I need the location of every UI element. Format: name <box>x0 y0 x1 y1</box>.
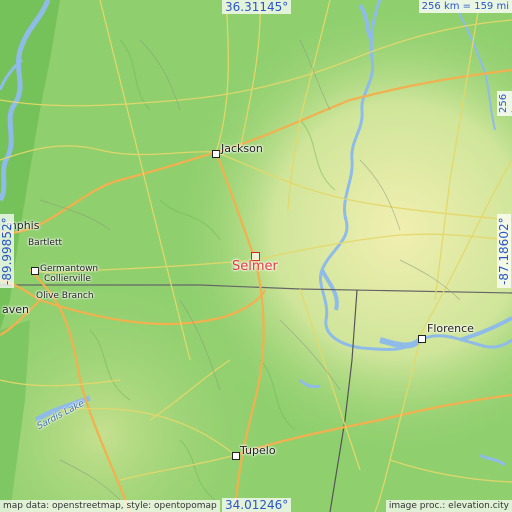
coord-bottom: 34.01246° <box>222 498 292 512</box>
city-label-selmer: Selmer <box>232 259 278 274</box>
map-view[interactable]: Jackson Selmer mphis Bartlett Germantown… <box>0 0 512 512</box>
germantown-marker <box>31 267 39 275</box>
tupelo-marker <box>232 452 240 460</box>
coord-right: -87.18602° <box>497 214 511 288</box>
city-label-tupelo: Tupelo <box>240 444 276 457</box>
scale-vertical: 256 km = 159 mi <box>497 90 512 116</box>
city-label-jackson: Jackson <box>221 142 263 155</box>
city-label-olive-branch: Olive Branch <box>36 291 94 301</box>
florence-marker <box>418 335 426 343</box>
city-label-florence: Florence <box>427 322 474 335</box>
jackson-marker <box>212 150 220 158</box>
city-label-collierville: Collierville <box>44 274 91 284</box>
coord-left: -89.99852° <box>0 214 14 288</box>
attribution-image-proc: image proc.: elevation.city <box>385 500 512 512</box>
city-label-bartlett: Bartlett <box>28 238 63 248</box>
city-label-germantown: Germantown <box>40 264 99 274</box>
attribution-map-data: map data: openstreetmap, style: opentopo… <box>0 500 220 512</box>
scale-horizontal: 256 km = 159 mi <box>418 0 512 13</box>
coord-top: 36.31145° <box>222 0 292 14</box>
city-label-haven: aven <box>2 303 29 316</box>
